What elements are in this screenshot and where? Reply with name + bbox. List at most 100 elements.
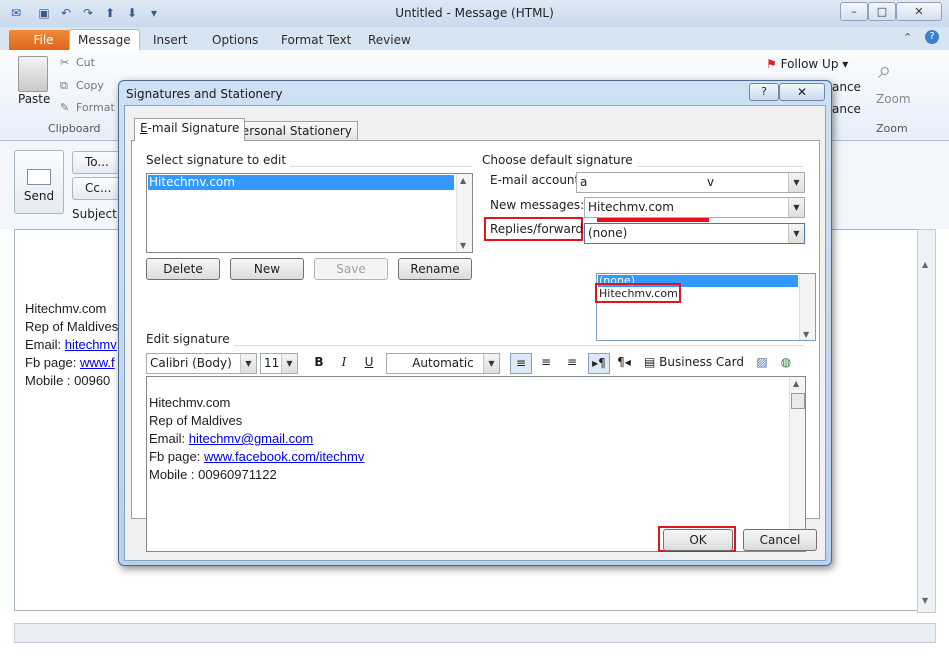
replies-forwards-select[interactable]: (none) ▼ bbox=[584, 223, 805, 244]
rename-button[interactable]: Rename bbox=[398, 258, 472, 280]
tab-email-signature[interactable]: E-mail Signature bbox=[134, 118, 246, 141]
scroll-thumb[interactable] bbox=[791, 393, 805, 409]
signature-line-4: Fb page: www.facebook.com/itechmv bbox=[149, 448, 364, 466]
email-account-select[interactable]: a v ▼ bbox=[576, 172, 805, 193]
scroll-up-arrow-icon[interactable]: ▲ bbox=[460, 176, 466, 185]
copy-button[interactable]: Copy bbox=[76, 79, 104, 92]
signature-list-scrollbar[interactable]: ▲ ▼ bbox=[456, 174, 472, 252]
email-account-value-prefix: a bbox=[580, 175, 588, 189]
align-center-icon[interactable]: ≡ bbox=[536, 353, 556, 372]
follow-up-label: Follow Up bbox=[780, 57, 839, 71]
help-icon[interactable]: ? bbox=[925, 30, 939, 44]
signature-list-item[interactable]: Hitechmv.com bbox=[148, 175, 454, 190]
copy-icon: ⧉ bbox=[60, 79, 68, 92]
format-painter-icon: ✎ bbox=[60, 101, 70, 114]
signature-email-link[interactable]: hitechmv@gmail.com bbox=[189, 431, 313, 446]
window-title-bar: ✉ ▣ ↶ ↷ ⬆ ⬇ ▾ Untitled - Message (HTML) … bbox=[0, 0, 949, 27]
dialog-close-button[interactable]: ✕ bbox=[779, 83, 825, 101]
right-to-left-icon[interactable]: ¶◂ bbox=[614, 353, 634, 372]
align-left-icon[interactable]: ≡ bbox=[510, 353, 532, 374]
follow-up-button[interactable]: ⚑ Follow Up ▾ bbox=[766, 57, 848, 71]
collapse-ribbon-icon[interactable]: ⌃ bbox=[903, 31, 912, 44]
chevron-down-icon[interactable]: ▼ bbox=[788, 198, 804, 217]
signatures-dialog: Signatures and Stationery ? ✕ E-mail Sig… bbox=[118, 80, 832, 566]
bold-button[interactable]: B bbox=[310, 353, 328, 372]
chevron-down-icon[interactable]: ▼ bbox=[788, 224, 804, 243]
insert-picture-icon[interactable]: ▨ bbox=[752, 353, 772, 372]
align-right-icon[interactable]: ≡ bbox=[562, 353, 582, 372]
chevron-down-icon[interactable]: ▼ bbox=[240, 354, 256, 373]
cut-button[interactable]: Cut bbox=[76, 56, 95, 69]
scroll-down-arrow-icon[interactable]: ▼ bbox=[922, 596, 928, 605]
tab-personal-stationery[interactable]: Personal Stationery bbox=[229, 121, 358, 141]
cancel-button[interactable]: Cancel bbox=[743, 529, 817, 551]
zoom-button[interactable]: Zoom bbox=[876, 92, 911, 106]
new-messages-select[interactable]: Hitechmv.com ▼ bbox=[584, 197, 805, 218]
tab-format-text[interactable]: Format Text bbox=[273, 31, 359, 49]
message-body-text: Hitechmv.com Rep of Maldives Email: hite… bbox=[25, 300, 118, 390]
tab-options[interactable]: Options bbox=[204, 31, 266, 49]
chevron-down-icon[interactable]: ▼ bbox=[483, 354, 499, 373]
signature-list[interactable]: Hitechmv.com ▲ ▼ bbox=[146, 173, 473, 253]
body-line-3-prefix: Email: bbox=[25, 337, 65, 352]
delete-button[interactable]: Delete bbox=[146, 258, 220, 280]
dialog-help-button[interactable]: ? bbox=[749, 83, 779, 101]
body-facebook-link[interactable]: www.f bbox=[80, 355, 115, 370]
signature-line-3: Email: hitechmv@gmail.com bbox=[149, 430, 364, 448]
scroll-down-arrow-icon[interactable]: ▼ bbox=[803, 330, 809, 339]
editor-scrollbar[interactable]: ▲ ▼ bbox=[789, 377, 805, 551]
ribbon-tab-bar: File Message Insert Options Format Text … bbox=[0, 27, 949, 52]
choose-default-label: Choose default signature bbox=[482, 153, 637, 167]
tab-message[interactable]: Message bbox=[69, 29, 140, 52]
close-button[interactable]: ✕ bbox=[896, 2, 942, 21]
chevron-down-icon[interactable]: ▼ bbox=[281, 354, 297, 373]
font-color-select[interactable]: Automatic ▼ bbox=[386, 353, 500, 374]
body-line-1: Hitechmv.com bbox=[25, 301, 107, 316]
tab-insert[interactable]: Insert bbox=[145, 31, 195, 49]
to-button[interactable]: To... bbox=[72, 151, 120, 174]
maximize-button[interactable]: □ bbox=[868, 2, 896, 21]
paste-icon[interactable] bbox=[18, 56, 48, 92]
tab-email-accel: E bbox=[140, 121, 148, 135]
replies-forwards-label: Replies/forwards: bbox=[490, 222, 594, 236]
new-messages-value: Hitechmv.com bbox=[588, 200, 674, 214]
font-color-value: Automatic bbox=[412, 356, 474, 370]
ok-button[interactable]: OK bbox=[663, 529, 733, 551]
dropdown-scrollbar[interactable]: ▼ bbox=[799, 274, 815, 340]
font-select[interactable]: Calibri (Body) ▼ bbox=[146, 353, 257, 374]
insert-hyperlink-icon[interactable]: ◍ bbox=[776, 353, 796, 372]
signature-line-3-prefix: Email: bbox=[149, 431, 189, 446]
tab-file[interactable]: File bbox=[9, 30, 78, 50]
edit-signature-label: Edit signature bbox=[146, 332, 234, 346]
underline-button[interactable]: U bbox=[360, 353, 378, 372]
clipboard-group-label: Clipboard bbox=[48, 122, 101, 135]
signature-facebook-link[interactable]: www.facebook.com/itechmv bbox=[204, 449, 364, 464]
cc-button[interactable]: Cc... bbox=[72, 177, 120, 200]
new-button[interactable]: New bbox=[230, 258, 304, 280]
format-painter-button[interactable]: Format bbox=[76, 101, 115, 114]
scroll-up-arrow-icon[interactable]: ▲ bbox=[793, 379, 799, 388]
scroll-up-arrow-icon[interactable]: ▲ bbox=[922, 260, 928, 269]
minimize-button[interactable]: – bbox=[840, 2, 868, 21]
save-button[interactable]: Save bbox=[314, 258, 388, 280]
new-messages-label: New messages: bbox=[490, 198, 585, 212]
send-label: Send bbox=[23, 189, 55, 203]
body-email-link[interactable]: hitechmv bbox=[65, 337, 117, 352]
font-size-select[interactable]: 11 ▼ bbox=[260, 353, 298, 374]
left-to-right-icon[interactable]: ▸¶ bbox=[588, 353, 610, 374]
message-scrollbar[interactable]: ▲ ▼ bbox=[917, 229, 936, 613]
send-button[interactable]: Send bbox=[14, 150, 64, 214]
business-card-button[interactable]: ▤ Business Card bbox=[644, 353, 744, 372]
window-title: Untitled - Message (HTML) bbox=[395, 6, 554, 20]
zoom-icon[interactable]: ⌕ bbox=[878, 56, 891, 84]
ribbon-partial-label-2: ance bbox=[832, 102, 861, 116]
paste-button[interactable]: Paste bbox=[18, 92, 50, 106]
italic-button[interactable]: I bbox=[335, 353, 353, 372]
tab-review[interactable]: Review bbox=[360, 31, 419, 49]
edit-divider bbox=[146, 345, 804, 346]
chevron-down-icon[interactable]: ▼ bbox=[788, 173, 804, 192]
font-value: Calibri (Body) bbox=[150, 356, 232, 370]
scroll-down-arrow-icon[interactable]: ▼ bbox=[460, 241, 466, 250]
font-size-value: 11 bbox=[264, 356, 280, 370]
send-icon bbox=[27, 169, 51, 185]
